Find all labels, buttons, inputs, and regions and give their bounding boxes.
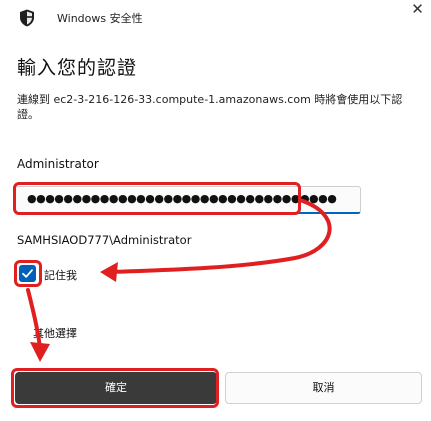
- account-name: SAMHSIAOD777\Administrator: [17, 233, 192, 247]
- title-bar: Windows 安全性 ✕: [0, 0, 431, 36]
- remember-me-checkbox[interactable]: [19, 265, 36, 282]
- shield-icon: [20, 9, 34, 27]
- arrow-head-checkbox: [100, 262, 118, 282]
- more-choices-link[interactable]: 其他選擇: [33, 325, 77, 341]
- dialog-description: 連線到 ec2-3-216-126-33.compute-1.amazonaws…: [17, 93, 403, 121]
- password-input[interactable]: ●●●●●●●●●●●●●●●●●●●●●●●●●●●●●●●●●●: [15, 186, 361, 214]
- username-label: Administrator: [17, 157, 99, 171]
- ok-button[interactable]: 確定: [15, 372, 217, 404]
- checkmark-icon: [22, 269, 33, 278]
- remember-me-label: 記住我: [44, 269, 77, 282]
- window-title: Windows 安全性: [57, 12, 143, 25]
- password-dots: ●●●●●●●●●●●●●●●●●●●●●●●●●●●●●●●●●●: [27, 192, 337, 205]
- arrow-head-ok: [30, 342, 50, 362]
- close-icon: ✕: [411, 0, 424, 18]
- cancel-button[interactable]: 取消: [225, 372, 422, 404]
- dialog-heading: 輸入您的認證: [17, 57, 138, 79]
- close-button[interactable]: ✕: [404, 0, 431, 22]
